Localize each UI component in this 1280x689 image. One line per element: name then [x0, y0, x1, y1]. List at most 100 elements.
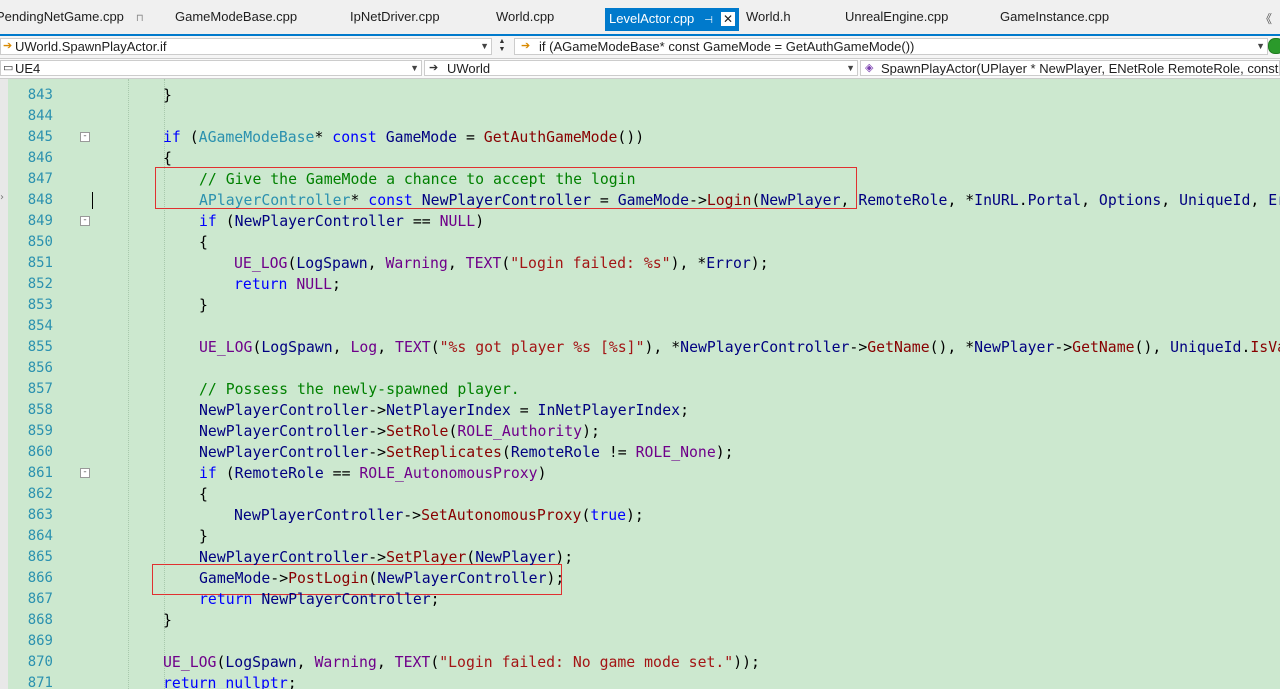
code-text: return nullptr;	[163, 673, 297, 689]
tab-world-cpp[interactable]: World.cpp	[496, 9, 554, 29]
code-line: 843}	[0, 85, 1280, 106]
code-line: 864}	[0, 526, 1280, 547]
line-number: 852	[27, 276, 53, 292]
tab-scroll-icon[interactable]: 《	[1260, 10, 1272, 27]
code-token: ));	[733, 654, 760, 671]
code-token: GameMode	[617, 192, 690, 209]
line-number: 864	[27, 528, 53, 544]
scope-dropdown[interactable]: ➔ UWorld ▼	[424, 60, 858, 76]
code-token: NewPlayer	[760, 192, 841, 209]
line-number: 866	[27, 570, 53, 586]
code-token: ROLE_Authority	[457, 423, 583, 440]
code-text: return NewPlayerController;	[199, 589, 440, 610]
right-symbol-text: if (AGameModeBase* const GameMode = GetA…	[539, 39, 915, 54]
line-number: 844	[27, 108, 53, 124]
code-editor[interactable]: › 843} 844 845- if (AGameModeBase* const Ga…	[0, 79, 1280, 689]
code-text: {	[163, 148, 172, 169]
code-token: =	[457, 129, 484, 146]
code-token: ,	[377, 339, 396, 356]
code-token: Options	[1098, 192, 1162, 209]
tab-gamemodebase-cpp[interactable]: GameModeBase.cpp	[175, 9, 297, 29]
code-token: NULL	[439, 213, 476, 230]
right-symbol-dropdown[interactable]: ➔ if (AGameModeBase* const GameMode = Ge…	[514, 38, 1268, 55]
code-token: NewPlayerController	[199, 549, 369, 566]
tab-label: UnrealEngine.cpp	[845, 9, 949, 24]
code-text: return NULL;	[234, 274, 341, 295]
pin-icon[interactable]: ⊓	[136, 13, 144, 24]
code-text: }	[199, 295, 208, 316]
code-token: (	[180, 129, 199, 146]
code-token: =	[591, 192, 618, 209]
code-text: NewPlayerController->SetPlayer(NewPlayer…	[199, 547, 573, 568]
code-token: // Give the GameMode a chance to accept …	[199, 171, 636, 188]
tab-label: World.h	[746, 9, 791, 24]
code-token: );	[715, 444, 734, 461]
code-token: .	[1018, 192, 1028, 209]
code-token: Login	[706, 192, 752, 209]
line-number: 861	[27, 465, 53, 481]
tab-world-h[interactable]: World.h	[746, 9, 791, 29]
line-number: 847	[27, 171, 53, 187]
code-token: ,	[840, 192, 859, 209]
code-token: GameMode	[385, 129, 458, 146]
sync-status-icon[interactable]	[1268, 38, 1280, 54]
code-token: ==	[403, 213, 440, 230]
line-number: 855	[27, 339, 53, 355]
code-token: LogSpawn	[261, 339, 333, 356]
line-number: 853	[27, 297, 53, 313]
project-text: UE4	[15, 61, 41, 76]
tab-unrealengine-cpp[interactable]: UnrealEngine.cpp	[845, 9, 948, 29]
navigate-stepper[interactable]: ▲ ▼	[494, 38, 510, 56]
code-token: ROLE_None	[635, 444, 716, 461]
line-number: 865	[27, 549, 53, 565]
project-dropdown[interactable]: ▭ UE4 ▼	[0, 60, 422, 76]
code-token: NewPlayerController	[234, 213, 404, 230]
tab-pendingnetgame-cpp[interactable]: PendingNetGame.cpp ⊓	[0, 9, 144, 29]
code-text: NewPlayerController->SetReplicates(Remot…	[199, 442, 734, 463]
line-number: 856	[27, 360, 53, 376]
line-number: 870	[27, 654, 53, 670]
code-token: );	[546, 570, 565, 587]
code-line: 846 {	[0, 148, 1280, 169]
code-line: 851 UE_LOG(LogSpawn, Warning, TEXT("Login…	[0, 253, 1280, 274]
code-token: ==	[323, 465, 360, 482]
code-token: // Possess the newly-spawned player.	[199, 381, 520, 398]
collapse-icon[interactable]: -	[80, 468, 90, 478]
collapse-icon[interactable]: -	[80, 216, 90, 226]
tab-levelactor-cpp[interactable]: LevelActor.cpp ⊣ ✕	[605, 8, 740, 31]
left-symbol-dropdown[interactable]: ➔ UWorld.SpawnPlayActor.if ▼	[0, 38, 492, 55]
code-token: (	[368, 570, 378, 587]
code-text: if (AGameModeBase* const GameMode = GetA…	[163, 127, 644, 148]
line-number: 867	[27, 591, 53, 607]
code-line: 866 GameMode->PostLogin(NewPlayerControll…	[0, 568, 1280, 589]
arrow-icon: ➔	[3, 40, 13, 52]
code-token: PostLogin	[288, 570, 369, 587]
code-token: *	[314, 129, 333, 146]
code-token: (	[216, 213, 235, 230]
code-token: NewPlayerController	[199, 402, 369, 419]
pin-icon[interactable]: ⊣	[704, 15, 713, 26]
code-token: return	[163, 675, 217, 689]
tab-gameinstance-cpp[interactable]: GameInstance.cpp	[1000, 9, 1109, 29]
collapse-icon[interactable]: -	[80, 132, 90, 142]
code-token: ;	[430, 591, 440, 608]
code-token: SetRole	[386, 423, 449, 440]
close-icon[interactable]: ✕	[721, 12, 736, 26]
line-number: 858	[27, 402, 53, 418]
code-token: "Login failed: %s"	[510, 255, 671, 272]
member-dropdown[interactable]: ◈ SpawnPlayActor(UPlayer * NewPlayer, EN…	[860, 60, 1280, 76]
project-icon: ▭	[3, 62, 14, 74]
chevron-down-icon: ▼	[1256, 41, 1265, 51]
line-number: 854	[27, 318, 53, 334]
code-token: }	[163, 87, 172, 104]
code-token: Portal	[1027, 192, 1082, 209]
code-token: (	[466, 549, 476, 566]
code-token: }	[199, 528, 208, 545]
tab-label: GameModeBase.cpp	[175, 9, 298, 24]
code-token: ,	[367, 255, 386, 272]
code-text: UE_LOG(LogSpawn, Warning, TEXT("Login fa…	[163, 652, 760, 673]
code-token: ;	[332, 276, 341, 293]
code-token: {	[199, 486, 208, 503]
tab-ipnetdriver-cpp[interactable]: IpNetDriver.cpp	[350, 9, 440, 29]
